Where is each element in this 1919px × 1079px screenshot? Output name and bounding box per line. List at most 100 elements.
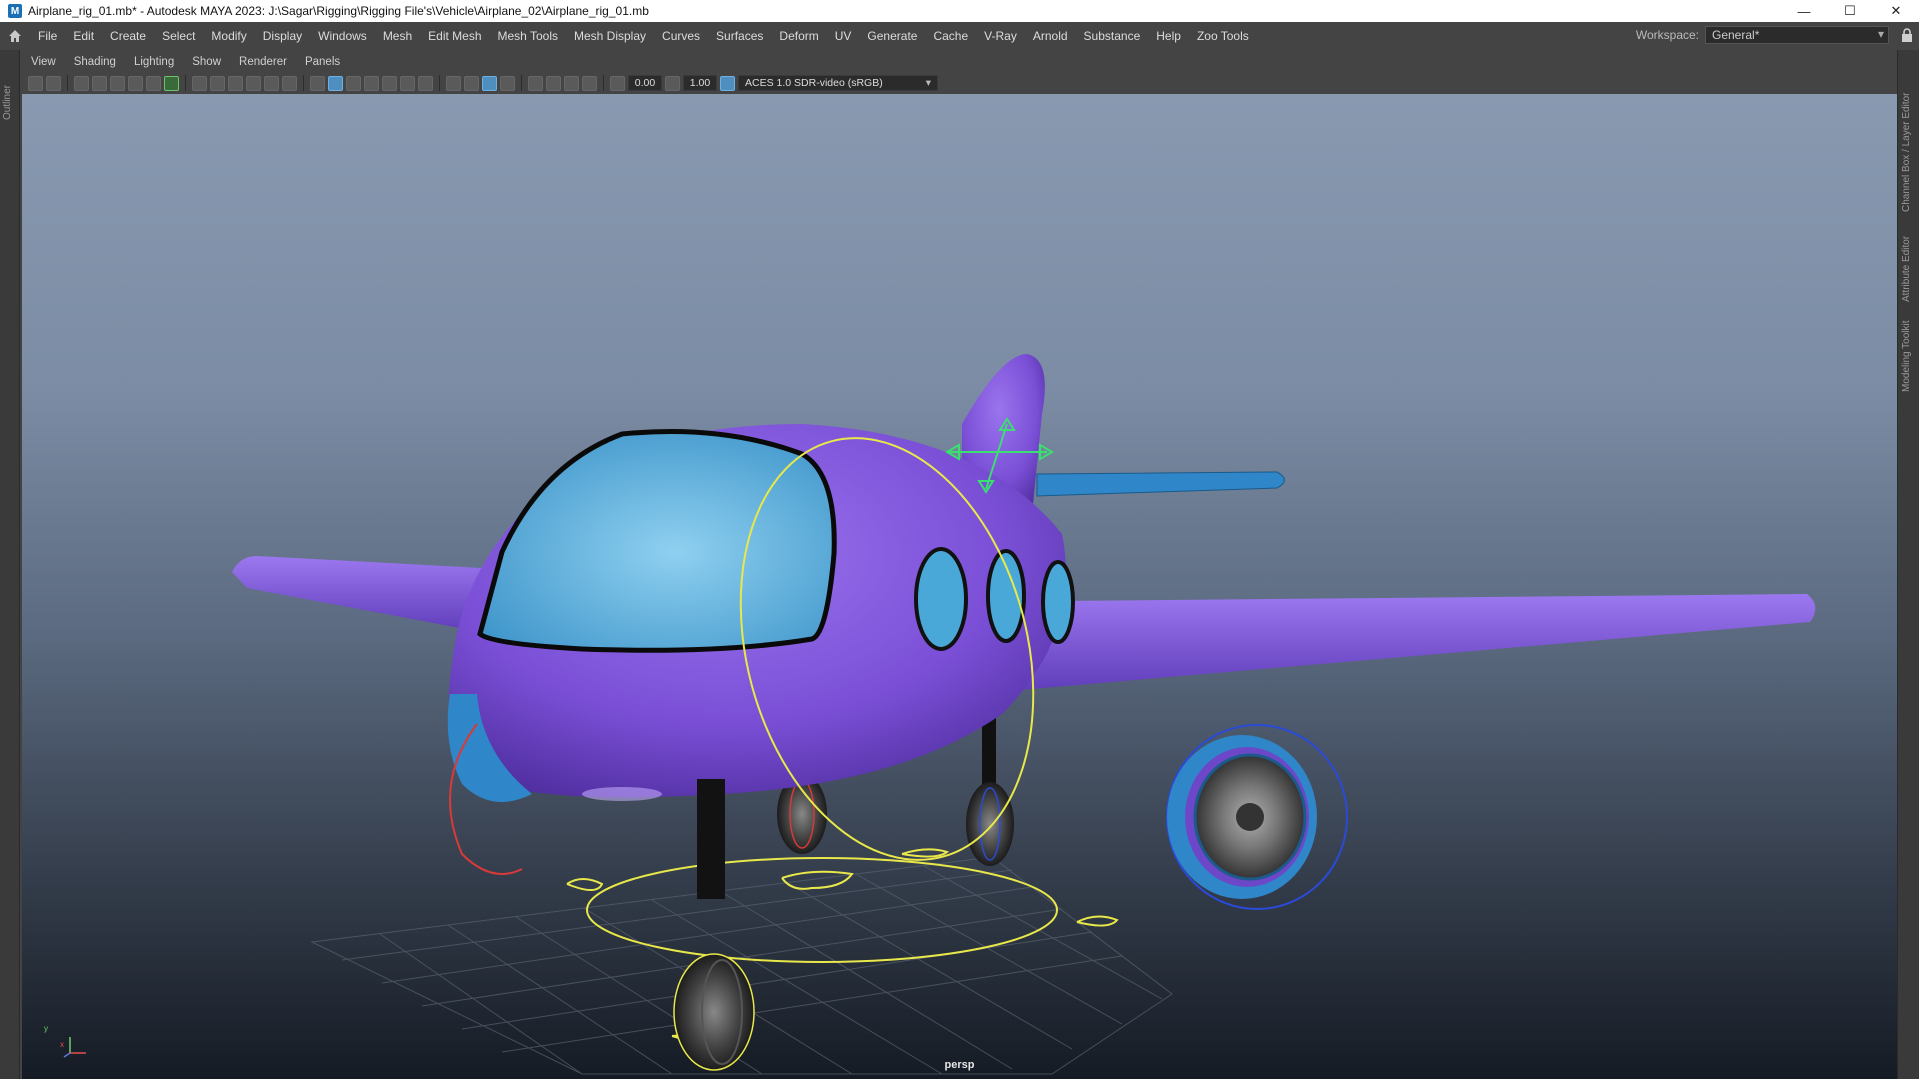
panel-menu-view[interactable]: View <box>22 56 65 68</box>
chevron-down-icon: ▾ <box>1877 27 1884 41</box>
main-menu-bar: File Edit Create Select Modify Display Windows… <box>0 22 1919 50</box>
menu-edit[interactable]: Edit <box>65 29 102 43</box>
2d-pan-zoom-icon[interactable] <box>110 75 125 91</box>
viewport-toolbar: 0.00 1.00 ACES 1.0 SDR-video (sRGB) ▾ <box>22 72 1897 94</box>
root-control-curve <box>586 857 1058 963</box>
bookmarks-icon[interactable] <box>74 75 89 91</box>
side-window <box>914 547 968 651</box>
gamma-field[interactable]: 1.00 <box>683 75 717 91</box>
panel-menu-lighting[interactable]: Lighting <box>125 56 183 68</box>
menu-create[interactable]: Create <box>102 29 154 43</box>
tail-horizontal-stabilizer <box>1036 471 1285 497</box>
xray-active-icon[interactable] <box>564 75 579 91</box>
exposure-field[interactable]: 0.00 <box>628 75 662 91</box>
rear-wheel <box>966 782 1014 866</box>
scene-render <box>232 354 1816 1075</box>
menu-substance[interactable]: Substance <box>1076 29 1149 43</box>
color-space-dropdown[interactable]: ACES 1.0 SDR-video (sRGB) ▾ <box>738 75 938 91</box>
depth-of-field-icon[interactable] <box>500 75 515 91</box>
safe-title-icon[interactable] <box>282 75 297 91</box>
resolution-gate-icon[interactable] <box>210 75 225 91</box>
panel-menu-show[interactable]: Show <box>183 56 230 68</box>
menu-cache[interactable]: Cache <box>925 29 976 43</box>
lock-icon[interactable] <box>1901 28 1913 42</box>
select-camera-icon[interactable] <box>28 75 43 91</box>
color-management-icon[interactable] <box>720 75 735 91</box>
workspace-value: General* <box>1712 28 1760 42</box>
menu-modify[interactable]: Modify <box>203 29 254 43</box>
menu-display[interactable]: Display <box>255 29 310 43</box>
wireframe-icon[interactable] <box>310 75 325 91</box>
menu-v-ray[interactable]: V-Ray <box>976 29 1025 43</box>
maya-app-icon: M <box>8 4 22 18</box>
foot-control-curve <box>566 878 604 891</box>
menu-zoo-tools[interactable]: Zoo Tools <box>1189 29 1257 43</box>
field-chart-icon[interactable] <box>246 75 261 91</box>
exposure-icon[interactable] <box>610 75 625 91</box>
channel-box-tab[interactable]: Channel Box / Layer Editor <box>1901 62 1917 212</box>
default-material-icon[interactable] <box>346 75 361 91</box>
shadows-icon[interactable] <box>418 75 433 91</box>
use-all-lights-icon[interactable] <box>400 75 415 91</box>
title-bar: M Airplane_rig_01.mb* - Autodesk MAYA 20… <box>0 0 1919 22</box>
xray-icon[interactable] <box>546 75 561 91</box>
panel-menu-bar: View Shading Lighting Show Renderer Pane… <box>22 52 1897 72</box>
maximize-button[interactable]: ☐ <box>1827 0 1873 22</box>
textured-icon[interactable] <box>382 75 397 91</box>
screen-space-ao-icon[interactable] <box>446 75 461 91</box>
menu-deform[interactable]: Deform <box>771 29 826 43</box>
minimize-button[interactable]: — <box>1781 0 1827 22</box>
menu-surfaces[interactable]: Surfaces <box>708 29 771 43</box>
smooth-shade-icon[interactable] <box>328 75 343 91</box>
grease-pencil-icon[interactable] <box>128 75 143 91</box>
panel-menu-renderer[interactable]: Renderer <box>230 56 296 68</box>
menu-select[interactable]: Select <box>154 29 203 43</box>
image-plane-icon[interactable] <box>92 75 107 91</box>
menu-mesh-tools[interactable]: Mesh Tools <box>490 29 566 43</box>
foot-control-curve <box>781 870 854 890</box>
safe-action-icon[interactable] <box>264 75 279 91</box>
close-button[interactable]: ✕ <box>1873 0 1919 22</box>
menu-arnold[interactable]: Arnold <box>1025 29 1076 43</box>
grid-toggle-icon[interactable] <box>164 75 179 91</box>
menu-windows[interactable]: Windows <box>310 29 375 43</box>
right-wing <box>952 594 1816 694</box>
xray-joints-icon[interactable] <box>582 75 597 91</box>
workspace-label: Workspace: <box>1635 28 1699 42</box>
workspace-dropdown[interactable]: General* ▾ <box>1705 26 1889 44</box>
axis-gizmo-icon <box>63 1037 86 1058</box>
outliner-tab[interactable]: Outliner <box>2 60 18 120</box>
isolate-select-icon[interactable] <box>528 75 543 91</box>
right-panel-strip: Channel Box / Layer Editor Attribute Edi… <box>1897 50 1919 1079</box>
camera-attributes-icon[interactable] <box>46 75 61 91</box>
menu-curves[interactable]: Curves <box>654 29 708 43</box>
left-panel-strip: Outliner <box>0 50 20 1079</box>
menu-mesh-display[interactable]: Mesh Display <box>566 29 654 43</box>
menu-mesh[interactable]: Mesh <box>375 29 420 43</box>
film-gate-icon[interactable] <box>192 75 207 91</box>
panel-menu-panels[interactable]: Panels <box>296 56 349 68</box>
menu-uv[interactable]: UV <box>827 29 860 43</box>
motion-blur-icon[interactable] <box>464 75 479 91</box>
menu-edit-mesh[interactable]: Edit Mesh <box>420 29 489 43</box>
menu-generate[interactable]: Generate <box>859 29 925 43</box>
side-window <box>1041 560 1075 644</box>
chevron-down-icon: ▾ <box>925 77 931 89</box>
attribute-editor-tab[interactable]: Attribute Editor <box>1901 222 1917 302</box>
window-title: Airplane_rig_01.mb* - Autodesk MAYA 2023… <box>28 4 649 18</box>
anti-aliasing-icon[interactable] <box>482 75 497 91</box>
left-wing <box>232 556 492 634</box>
menu-help[interactable]: Help <box>1148 29 1189 43</box>
gate-mask-icon[interactable] <box>228 75 243 91</box>
modeling-toolkit-tab[interactable]: Modeling Toolkit <box>1901 312 1917 392</box>
menu-file[interactable]: File <box>30 29 65 43</box>
gamma-icon[interactable] <box>665 75 680 91</box>
jet-engine <box>1166 724 1348 910</box>
home-icon[interactable] <box>0 22 30 50</box>
workspace-selector: Workspace: General* ▾ <box>1636 26 1889 44</box>
3d-viewport[interactable]: y x persp <box>22 94 1897 1079</box>
wireframe-on-shaded-icon[interactable] <box>364 75 379 91</box>
panel-menu-shading[interactable]: Shading <box>65 56 125 68</box>
camera-lock-icon[interactable] <box>146 75 161 91</box>
front-gear-strut <box>697 779 725 899</box>
